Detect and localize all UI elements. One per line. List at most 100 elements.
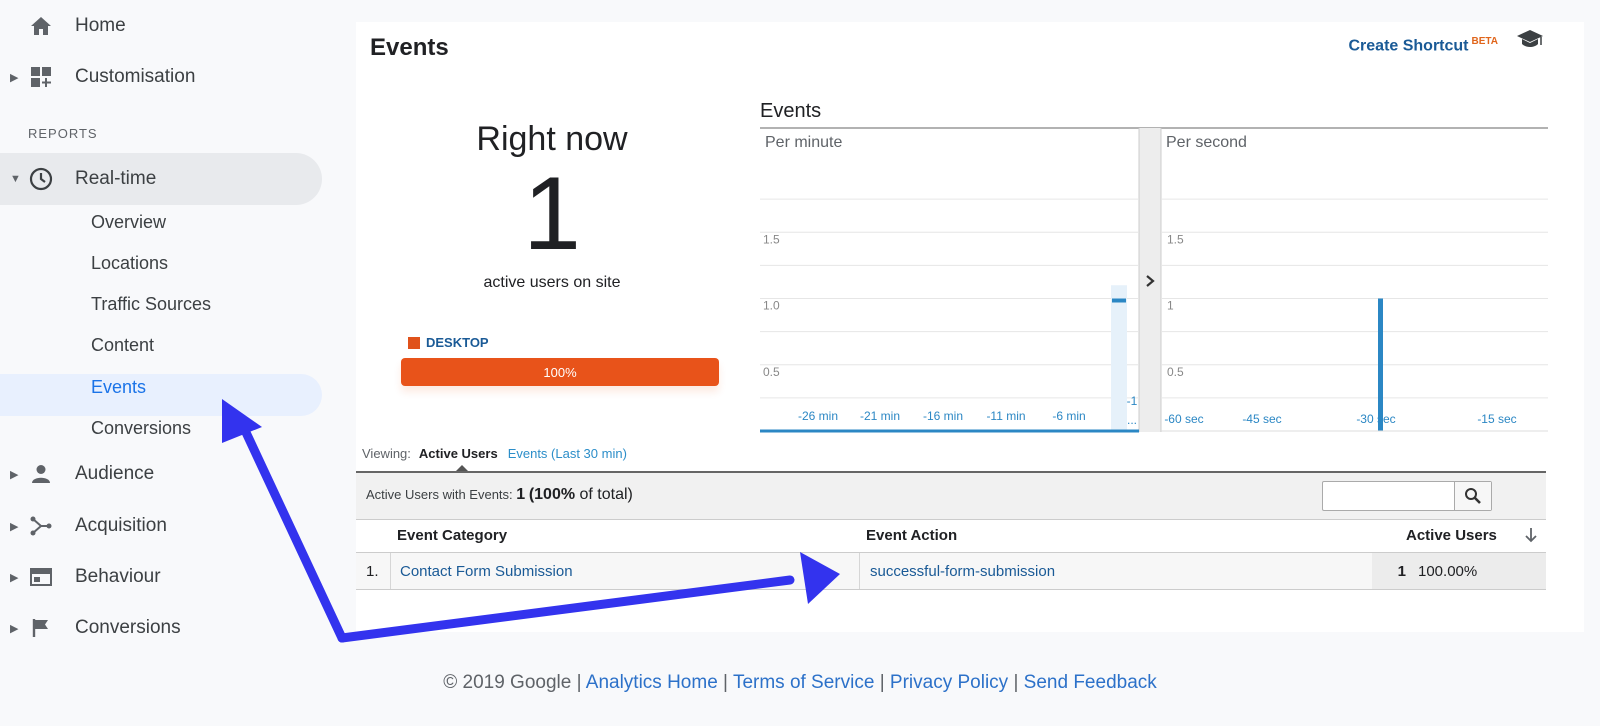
y-tick-label: 1.5 bbox=[1167, 232, 1184, 246]
tab-active-users[interactable]: Active Users bbox=[419, 446, 498, 461]
col-event-category[interactable]: Event Category bbox=[397, 518, 507, 552]
active-users-number: 1 bbox=[1397, 562, 1406, 580]
copyright: © 2019 Google bbox=[443, 672, 572, 693]
viewing-label: Viewing: bbox=[362, 446, 411, 461]
create-shortcut-link[interactable]: Create Shortcut BETA bbox=[1348, 36, 1498, 55]
x-tick-label: -30 sec bbox=[1356, 412, 1395, 426]
x-tick-label: -21 min bbox=[860, 409, 900, 423]
x-tick-label: -15 sec bbox=[1477, 412, 1516, 426]
nav-audience-label: Audience bbox=[75, 463, 155, 484]
events-highlight bbox=[0, 374, 322, 416]
device-share-bar: 100% bbox=[401, 358, 719, 386]
tab-events-last-30[interactable]: Events (Last 30 min) bbox=[508, 446, 627, 461]
page-title: Events bbox=[370, 34, 449, 61]
active-users-value: 1 bbox=[1372, 553, 1406, 589]
x-tick-label: -60 sec bbox=[1164, 412, 1203, 426]
nav-realtime-label: Real-time bbox=[75, 168, 157, 189]
behaviour-icon bbox=[28, 564, 54, 590]
reports-section-label: REPORTS bbox=[28, 126, 98, 141]
events-chart: Per minute Per second 1.5 1.5 1.0 1 0.5 0.5 -2… bbox=[760, 126, 1548, 436]
active-users-percent: 100.00% bbox=[1406, 553, 1546, 589]
graduation-cap-icon[interactable] bbox=[1516, 28, 1544, 55]
x-tick-label: -6 min bbox=[1052, 409, 1085, 423]
dashboard-add-icon bbox=[28, 64, 54, 90]
current-minute-band bbox=[1111, 285, 1127, 431]
desktop-legend-swatch bbox=[408, 337, 420, 349]
viewing-tabs: Viewing: Active Users Events (Last 30 min) bbox=[362, 446, 627, 461]
acquisition-icon bbox=[28, 513, 54, 539]
table-row: 1. Contact Form Submission successful-fo… bbox=[356, 553, 1546, 590]
nav-home-label: Home bbox=[75, 15, 126, 36]
event-category-link[interactable]: Contact Form Submission bbox=[400, 553, 573, 589]
y-tick-label: 1.5 bbox=[763, 232, 780, 246]
nav-customisation-label: Customisation bbox=[75, 66, 196, 87]
footer-terms-link[interactable]: Terms of Service bbox=[733, 672, 874, 693]
per-minute-label: Per minute bbox=[765, 134, 842, 151]
sidebar-item-conversions-realtime[interactable]: Conversions bbox=[91, 418, 191, 439]
caret-right-icon: ▶ bbox=[10, 571, 19, 584]
right-now-heading: Right now bbox=[476, 120, 628, 158]
y-tick-label: 0.5 bbox=[1167, 365, 1184, 379]
col-divider bbox=[390, 553, 391, 589]
x-tick-label: -1 bbox=[1127, 394, 1138, 408]
person-icon bbox=[28, 461, 54, 487]
home-icon bbox=[28, 13, 54, 39]
footer: © 2019 Google | Analytics Home | Terms o… bbox=[0, 672, 1600, 694]
sidebar-item-overview[interactable]: Overview bbox=[91, 212, 166, 233]
sidebar-item-content[interactable]: Content bbox=[91, 335, 154, 356]
sidebar-item-events[interactable]: Events bbox=[91, 377, 146, 398]
active-users-label: active users on site bbox=[483, 274, 621, 291]
x-tick-label: ... bbox=[1127, 413, 1137, 427]
summary-text: Active Users with Events: 1 (100% of tot… bbox=[366, 486, 633, 504]
chart-title: Events bbox=[760, 100, 822, 122]
caret-right-icon: ▶ bbox=[10, 520, 19, 533]
clock-icon bbox=[28, 166, 54, 192]
summary-count: 1 bbox=[516, 486, 526, 503]
footer-separator: | bbox=[571, 672, 586, 693]
footer-separator: | bbox=[717, 672, 733, 693]
event-action-link[interactable]: successful-form-submission bbox=[870, 553, 1055, 589]
table-header: Event Category Event Action Active Users bbox=[356, 518, 1546, 553]
sidebar-item-traffic-sources[interactable]: Traffic Sources bbox=[91, 294, 211, 315]
events-report-panel: Events Create Shortcut BETA Right now 1 a… bbox=[356, 22, 1584, 632]
events-chart-svg: Per minute Per second 1.5 1.5 1.0 1 0.5 0.5 -2… bbox=[760, 127, 1548, 433]
sort-desc-icon[interactable] bbox=[1524, 518, 1538, 552]
caret-down-icon: ▼ bbox=[10, 173, 21, 185]
footer-feedback-link[interactable]: Send Feedback bbox=[1024, 672, 1157, 693]
col-active-users[interactable]: Active Users bbox=[1406, 518, 1497, 552]
active-users-count: 1 bbox=[523, 156, 581, 272]
x-tick-label: -11 min bbox=[986, 409, 1025, 423]
desktop-legend-label: DESKTOP bbox=[426, 335, 489, 350]
flag-icon bbox=[28, 615, 54, 641]
summary-label: Active Users with Events: bbox=[366, 487, 513, 502]
device-share-percent: 100% bbox=[543, 364, 577, 380]
footer-separator: | bbox=[1008, 672, 1024, 693]
caret-right-icon: ▶ bbox=[10, 71, 19, 84]
search-button[interactable] bbox=[1454, 482, 1491, 510]
caret-right-icon: ▶ bbox=[10, 622, 19, 635]
col-divider bbox=[859, 553, 860, 589]
y-tick-label: 1.0 bbox=[763, 299, 780, 313]
table-summary-bar: Active Users with Events: 1 (100% of tot… bbox=[356, 471, 1546, 520]
nav-conversions-label: Conversions bbox=[75, 617, 181, 638]
sidebar: Home ▶ Customisation REPORTS ▼ Real-time… bbox=[0, 0, 330, 726]
beta-badge: BETA bbox=[1471, 36, 1498, 47]
y-tick-label: 0.5 bbox=[763, 365, 780, 379]
summary-pct: 100% bbox=[534, 486, 576, 503]
table-search-input[interactable] bbox=[1322, 481, 1492, 511]
nav-acquisition-label: Acquisition bbox=[75, 515, 167, 536]
row-index: 1. bbox=[366, 562, 379, 580]
x-tick-label: -26 min bbox=[798, 409, 838, 423]
nav-behaviour-label: Behaviour bbox=[75, 566, 161, 587]
footer-analytics-home-link[interactable]: Analytics Home bbox=[586, 672, 718, 693]
create-shortcut-label: Create Shortcut bbox=[1348, 37, 1469, 55]
per-second-label: Per second bbox=[1166, 134, 1247, 151]
y-tick-label: 1 bbox=[1167, 299, 1174, 313]
search-icon bbox=[1465, 488, 1481, 504]
col-event-action[interactable]: Event Action bbox=[866, 518, 957, 552]
x-tick-label: -45 sec bbox=[1242, 412, 1281, 426]
footer-privacy-link[interactable]: Privacy Policy bbox=[890, 672, 1008, 693]
per-minute-bar bbox=[1112, 298, 1126, 303]
footer-separator: | bbox=[874, 672, 890, 693]
sidebar-item-locations[interactable]: Locations bbox=[91, 253, 168, 274]
